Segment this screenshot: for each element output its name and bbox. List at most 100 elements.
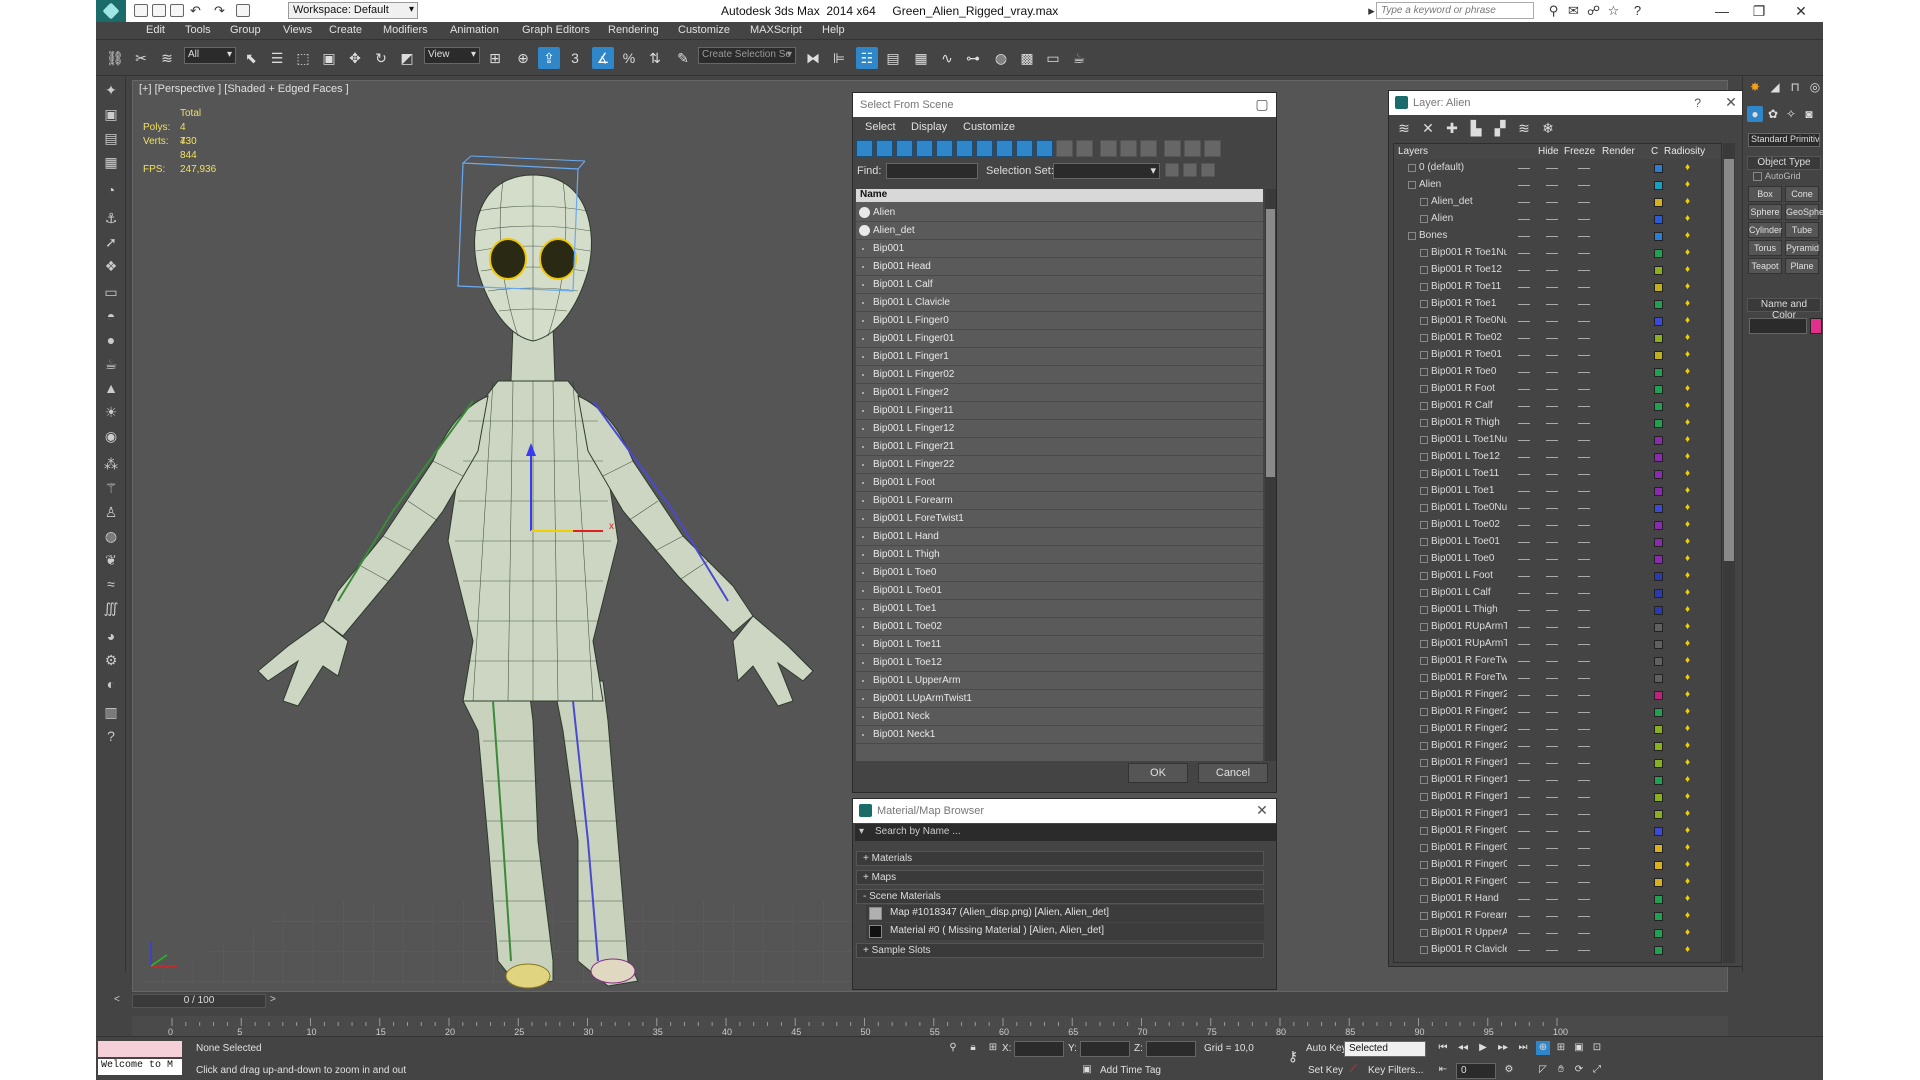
delete-layer-icon[interactable]: ✕	[1419, 119, 1437, 137]
snaps-toggle-icon[interactable]: 3	[564, 47, 586, 69]
filter-cameras-icon[interactable]	[916, 140, 933, 157]
scene-list-scrollbar[interactable]	[1265, 189, 1276, 761]
render-toggle[interactable]	[1578, 746, 1590, 747]
table-icon[interactable]: ▦	[101, 152, 121, 172]
hide-toggle[interactable]	[1518, 270, 1530, 271]
layer-color-swatch[interactable]	[1654, 640, 1663, 649]
object-node-icon[interactable]	[1420, 521, 1428, 529]
menu-modifiers[interactable]: Modifiers	[383, 24, 428, 36]
freeze-toggle[interactable]	[1546, 236, 1558, 237]
freeze-toggle[interactable]	[1546, 542, 1558, 543]
select-manipulate-icon[interactable]: ⊕	[512, 47, 534, 69]
scene-object-row[interactable]: Bip001 L Foot	[856, 474, 1263, 492]
radiosity-bulb-icon[interactable]: ♦	[1685, 792, 1695, 803]
layer-row[interactable]: Bip001 R Finger0 ♦	[1394, 840, 1721, 857]
layer-row[interactable]: Bip001 R Finger2 ♦	[1394, 687, 1721, 704]
layer-color-swatch[interactable]	[1654, 487, 1663, 496]
material-item[interactable]: Map #1018347 (Alien_disp.png) [Alien, Al…	[866, 905, 1264, 922]
layer-row[interactable]: Bip001 L Toe11 ♦	[1394, 466, 1721, 483]
find-input[interactable]	[886, 163, 978, 179]
object-node-icon[interactable]	[1420, 725, 1428, 733]
layer-row[interactable]: Bones ♦	[1394, 228, 1721, 245]
object-node-icon[interactable]	[1420, 895, 1428, 903]
menu-tools[interactable]: Tools	[185, 24, 211, 36]
sfs-menu-display[interactable]: Display	[911, 121, 947, 133]
render-toggle[interactable]	[1578, 729, 1590, 730]
object-node-icon[interactable]	[1420, 810, 1428, 818]
filter-hidden-icon[interactable]	[1076, 140, 1093, 157]
teapot-button[interactable]: Teapot	[1748, 258, 1782, 274]
freeze-toggle[interactable]	[1546, 814, 1558, 815]
layer-color-swatch[interactable]	[1654, 708, 1663, 717]
render-toggle[interactable]	[1578, 202, 1590, 203]
render-toggle[interactable]	[1578, 270, 1590, 271]
layer-row[interactable]: Bip001 L Toe1 ♦	[1394, 483, 1721, 500]
scene-object-row[interactable]: Bip001 L Hand	[856, 528, 1263, 546]
hide-toggle[interactable]	[1518, 542, 1530, 543]
layer-row[interactable]: Bip001 R Finger1 ♦	[1394, 772, 1721, 789]
cancel-button[interactable]: Cancel	[1198, 763, 1268, 783]
scene-object-row[interactable]: Bip001	[856, 240, 1263, 258]
object-node-icon[interactable]	[1420, 861, 1428, 869]
sfs-menu-select[interactable]: Select	[865, 121, 896, 133]
select-object-icon[interactable]: ⬉	[240, 47, 262, 69]
geometry-icon[interactable]: ●	[1747, 106, 1763, 122]
freeze-toggle[interactable]	[1546, 916, 1558, 917]
render-toggle[interactable]	[1578, 219, 1590, 220]
named-selection-set-dropdown[interactable]: Create Selection Se	[698, 47, 796, 64]
freeze-toggle[interactable]	[1546, 712, 1558, 713]
object-node-icon[interactable]	[1420, 793, 1428, 801]
arrow-tool-icon[interactable]: ➚	[101, 232, 121, 252]
close-window-button[interactable]: ✕	[1786, 1, 1816, 21]
object-node-icon[interactable]	[1420, 487, 1428, 495]
hide-toggle[interactable]	[1518, 729, 1530, 730]
scene-object-row[interactable]: Alien_det	[856, 222, 1263, 240]
edit-named-selection-icon[interactable]: ✎	[672, 47, 694, 69]
hide-toggle[interactable]	[1518, 916, 1530, 917]
render-toggle[interactable]	[1578, 797, 1590, 798]
bone-icon[interactable]: ⚚	[101, 478, 121, 498]
time-configuration-icon[interactable]: ⚙	[1502, 1063, 1516, 1077]
unlink-icon[interactable]: ✂	[130, 47, 152, 69]
filter-containers-icon[interactable]	[1036, 140, 1053, 157]
cone-icon[interactable]: ▲	[101, 378, 121, 398]
col-layers[interactable]: Layers	[1398, 146, 1428, 157]
maxscript-listener-mini[interactable]	[98, 1041, 182, 1057]
freeze-toggle[interactable]	[1546, 865, 1558, 866]
scene-object-row[interactable]: Bip001 L Finger01	[856, 330, 1263, 348]
hair-icon[interactable]: ≈	[101, 574, 121, 594]
plant-icon[interactable]: ❦	[101, 550, 121, 570]
hide-toggle[interactable]	[1518, 899, 1530, 900]
go-to-end-icon[interactable]: ⏭	[1516, 1041, 1530, 1055]
hide-toggle[interactable]	[1518, 355, 1530, 356]
render-toggle[interactable]	[1578, 491, 1590, 492]
hide-toggle[interactable]	[1518, 848, 1530, 849]
menu-edit[interactable]: Edit	[146, 24, 165, 36]
layer-row[interactable]: Bip001 R UpperA ♦	[1394, 925, 1721, 942]
layer-color-swatch[interactable]	[1654, 266, 1663, 275]
freeze-all-layers-icon[interactable]: ❄	[1539, 119, 1557, 137]
hide-toggle[interactable]	[1518, 644, 1530, 645]
render-toggle[interactable]	[1578, 695, 1590, 696]
render-toggle[interactable]	[1578, 168, 1590, 169]
radiosity-bulb-icon[interactable]: ♦	[1685, 826, 1695, 837]
freeze-toggle[interactable]	[1546, 950, 1558, 951]
freeze-toggle[interactable]	[1546, 219, 1558, 220]
schematic-view-icon[interactable]: ⊶	[962, 47, 984, 69]
select-all-icon[interactable]	[1100, 140, 1117, 157]
selection-set-edit-icon[interactable]	[1183, 163, 1197, 177]
scene-object-row[interactable]: Bip001 LUpArmTwist1	[856, 690, 1263, 708]
freeze-toggle[interactable]	[1546, 729, 1558, 730]
plane-button[interactable]: Plane	[1785, 258, 1819, 274]
pan-view-icon[interactable]: ✋︎	[1554, 1063, 1568, 1077]
hide-toggle[interactable]	[1518, 627, 1530, 628]
layer-color-swatch[interactable]	[1654, 929, 1663, 938]
render-toggle[interactable]	[1578, 287, 1590, 288]
render-toggle[interactable]	[1578, 814, 1590, 815]
menu-group[interactable]: Group	[230, 24, 261, 36]
scene-object-row[interactable]: Bip001 Neck1	[856, 726, 1263, 744]
time-slider[interactable]: 0 / 100 < >	[114, 992, 1728, 1016]
layer-row[interactable]: Bip001 RUpArmT ♦	[1394, 619, 1721, 636]
radiosity-bulb-icon[interactable]: ♦	[1685, 299, 1695, 310]
hide-toggle[interactable]	[1518, 219, 1530, 220]
